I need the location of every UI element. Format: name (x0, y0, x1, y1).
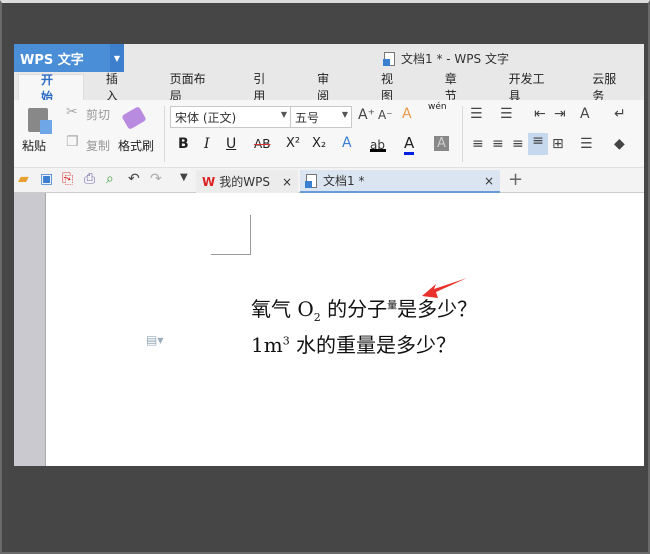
open-icon[interactable]: ▰ (18, 171, 29, 187)
copy-icon[interactable]: ❐ (66, 134, 79, 150)
shrink-font-icon[interactable]: A⁻ (378, 108, 393, 122)
numbering-icon[interactable]: ☰ (500, 106, 513, 122)
copy-button[interactable]: 复制 (86, 137, 110, 154)
font-color-button[interactable]: A (404, 134, 415, 155)
wps-icon: W (202, 174, 216, 189)
font-name-select[interactable]: 宋体 (正文) ▼ (170, 106, 291, 128)
bold-button[interactable]: B (178, 136, 189, 152)
tab-home[interactable]: 开始 (18, 73, 84, 104)
pinyin-button[interactable]: wén (428, 102, 447, 112)
para-mark-icon[interactable]: ↵ (614, 106, 626, 122)
clear-format-icon[interactable]: A (402, 106, 412, 122)
increase-indent-icon[interactable]: ⇥ (554, 106, 566, 122)
doc-tab-label: 我的WPS (219, 175, 270, 189)
format-painter-button[interactable]: 格式刷 (118, 137, 154, 154)
document-area[interactable]: ▤▾ 氧气 O2 的分子量是多少？ 1m3 水的重量是多少？ (14, 193, 644, 466)
doc-line-2: 1m3 水的重量是多少？ (251, 333, 457, 357)
annotation-arrow-icon (422, 278, 467, 298)
paste-button[interactable]: 粘贴 (22, 137, 46, 154)
italic-button[interactable]: I (204, 136, 210, 152)
distribute-icon[interactable]: ⊞ (552, 136, 564, 152)
tab-chapter[interactable]: 章节 (423, 72, 487, 103)
undo-icon[interactable]: ↶ (128, 171, 140, 187)
chevron-down-icon[interactable]: ▼ (110, 44, 124, 72)
menu-tabs: 开始 插入 页面布局 引用 审阅 视图 章节 开发工具 云服务 (14, 72, 644, 104)
tab-references[interactable]: 引用 (231, 72, 295, 103)
font-size-select[interactable]: 五号 ▼ (290, 106, 352, 128)
align-left-icon[interactable]: ≡ (472, 136, 484, 152)
text-effect-icon[interactable]: A (342, 135, 352, 151)
print-icon[interactable]: ⎙ (84, 171, 95, 187)
logo-label: WPS 文字 (20, 52, 84, 68)
font-name-value: 宋体 (正文) (175, 111, 237, 125)
align-right-icon[interactable]: ≡ (512, 136, 524, 152)
left-margin-ruler (14, 193, 46, 466)
ribbon: 粘贴 ✂ 剪切 ❐ 复制 格式刷 宋体 (正文) ▼ 五号 ▼ A⁺ A⁻ A wé… (14, 100, 644, 168)
close-icon[interactable]: × (282, 175, 292, 189)
close-icon[interactable]: × (484, 174, 494, 188)
print-preview-icon[interactable]: ⌕ (106, 171, 114, 187)
subscript-button[interactable]: X₂ (312, 136, 326, 151)
redo-icon[interactable]: ↷ (150, 171, 162, 187)
tab-review[interactable]: 审阅 (295, 72, 359, 103)
window-title: 文档1 * - WPS 文字 (383, 50, 509, 67)
tab-view[interactable]: 视图 (359, 72, 423, 103)
paste-icon[interactable] (28, 108, 52, 134)
tab-page-layout[interactable]: 页面布局 (148, 72, 232, 103)
strikethrough-button[interactable]: AB (254, 137, 270, 151)
tab-cloud[interactable]: 云服务 (570, 72, 644, 103)
customize-dropdown-icon[interactable]: ▼ (180, 172, 188, 183)
export-pdf-icon[interactable]: ⎘ (62, 171, 73, 187)
align-center-icon[interactable]: ≡ (492, 136, 504, 152)
grow-font-icon[interactable]: A⁺ (358, 107, 375, 123)
underline-button[interactable]: U (226, 136, 236, 152)
superscript-button[interactable]: X² (286, 136, 300, 151)
doc-tab-label: 文档1 * (323, 174, 365, 188)
paragraph-layout-icon[interactable]: ▤▾ (146, 333, 163, 347)
page-margin-marker (211, 215, 251, 255)
line-spacing-icon[interactable]: ☰ (580, 136, 593, 152)
wps-logo-menu[interactable]: WPS 文字 ▼ (14, 44, 124, 72)
doc-tab-document1[interactable]: 文档1 * × (300, 170, 500, 193)
tab-insert[interactable]: 插入 (84, 72, 148, 103)
wps-window: WPS 文字 ▼ 文档1 * - WPS 文字 开始 插入 页面布局 引用 审阅 … (14, 44, 644, 466)
char-spacing-icon[interactable]: A (580, 106, 590, 122)
save-icon[interactable]: ▣ (40, 171, 53, 187)
new-tab-plus-icon[interactable]: + (508, 169, 523, 190)
justify-icon[interactable]: ≡ (528, 133, 548, 155)
tab-developer[interactable]: 开发工具 (487, 72, 571, 103)
cut-button[interactable]: 剪切 (86, 106, 110, 123)
bullets-icon[interactable]: ☰ (470, 106, 483, 122)
format-painter-icon[interactable] (121, 106, 147, 130)
quick-access-bar: ▰ ▣ ⎘ ⎙ ⌕ ↶ ↷ ▼ W 我的WPS × 文档1 * × + (14, 168, 644, 193)
highlight-icon[interactable]: ab (370, 138, 386, 152)
char-shading-button[interactable]: A (434, 136, 449, 151)
scissors-icon[interactable]: ✂ (66, 104, 78, 120)
document-icon (305, 173, 317, 188)
font-size-value: 五号 (295, 111, 320, 125)
doc-tab-my-wps[interactable]: W 我的WPS × (196, 170, 298, 193)
title-bar: WPS 文字 ▼ 文档1 * - WPS 文字 (14, 44, 644, 72)
document-icon (383, 51, 395, 66)
shading-icon[interactable]: ◆ (614, 136, 625, 152)
decrease-indent-icon[interactable]: ⇤ (534, 106, 546, 122)
window-title-text: 文档1 * - WPS 文字 (401, 52, 509, 66)
